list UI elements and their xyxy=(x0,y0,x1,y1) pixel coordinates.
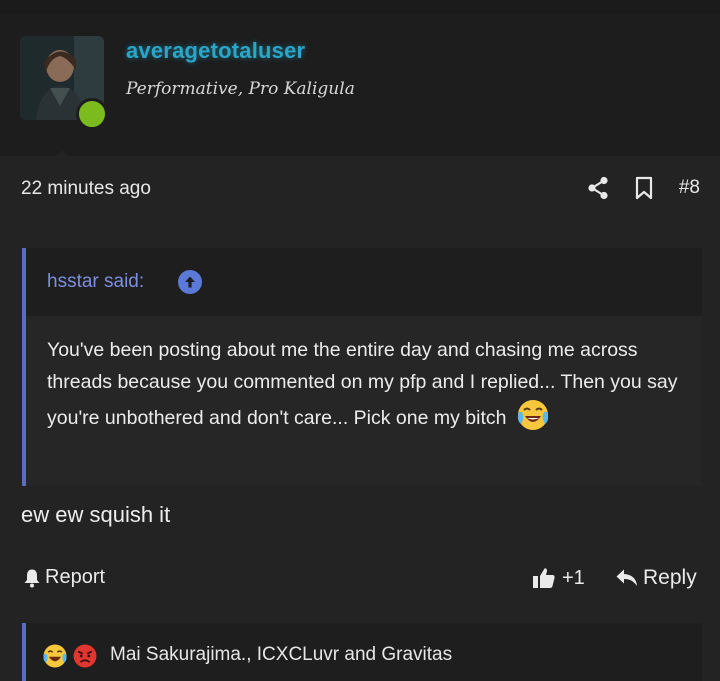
reaction-icons[interactable] xyxy=(42,643,102,674)
quote-text: You've been posting about me the entire … xyxy=(47,339,678,429)
reply-button[interactable]: Reply xyxy=(615,566,697,590)
like-count: +1 xyxy=(562,566,585,589)
thumbs-up-icon xyxy=(533,568,555,588)
username[interactable]: averagetotaluser xyxy=(126,38,305,64)
crying-laughing-emoji-icon xyxy=(516,398,550,442)
quote-content: You've been posting about me the entire … xyxy=(47,334,687,442)
post-message: ew ew squish it xyxy=(21,502,171,527)
arrow-up-icon[interactable] xyxy=(178,270,202,294)
quote-block: hsstar said: You've been posting about m… xyxy=(22,248,702,486)
post-meta-actions: #8 xyxy=(565,174,700,202)
reply-arrow-icon xyxy=(616,569,637,586)
avatar-container[interactable] xyxy=(20,36,108,130)
crying-laughing-emoji-icon xyxy=(42,643,68,674)
post-user-header: averagetotaluser Performative, Pro Kalig… xyxy=(0,14,720,170)
user-title: Performative, Pro Kaligula xyxy=(126,79,355,99)
report-label: Report xyxy=(45,566,106,588)
bookmark-icon[interactable] xyxy=(631,174,657,202)
quote-header: hsstar said: xyxy=(26,248,702,316)
share-icon[interactable] xyxy=(585,174,611,202)
top-divider xyxy=(0,0,720,14)
quote-author-link[interactable]: hsstar said: xyxy=(47,271,144,293)
report-button[interactable]: Report xyxy=(22,566,105,589)
angry-emoji-icon xyxy=(72,643,98,674)
like-button[interactable]: +1 xyxy=(532,566,585,590)
bell-icon xyxy=(24,569,40,587)
post-timestamp[interactable]: 22 minutes ago xyxy=(21,178,151,200)
forum-post: averagetotaluser Performative, Pro Kalig… xyxy=(0,0,720,681)
reactions-bar: Mai Sakurajima., ICXCLuvr and Gravitas xyxy=(22,623,702,681)
reaction-users[interactable]: Mai Sakurajima., ICXCLuvr and Gravitas xyxy=(110,644,452,666)
reply-label: Reply xyxy=(643,566,697,589)
post-meta: 22 minutes ago #8 xyxy=(0,156,720,220)
online-status-indicator xyxy=(76,98,108,130)
post-actions: Report +1 Reply xyxy=(0,560,720,600)
post-number-link[interactable]: #8 xyxy=(679,177,700,199)
